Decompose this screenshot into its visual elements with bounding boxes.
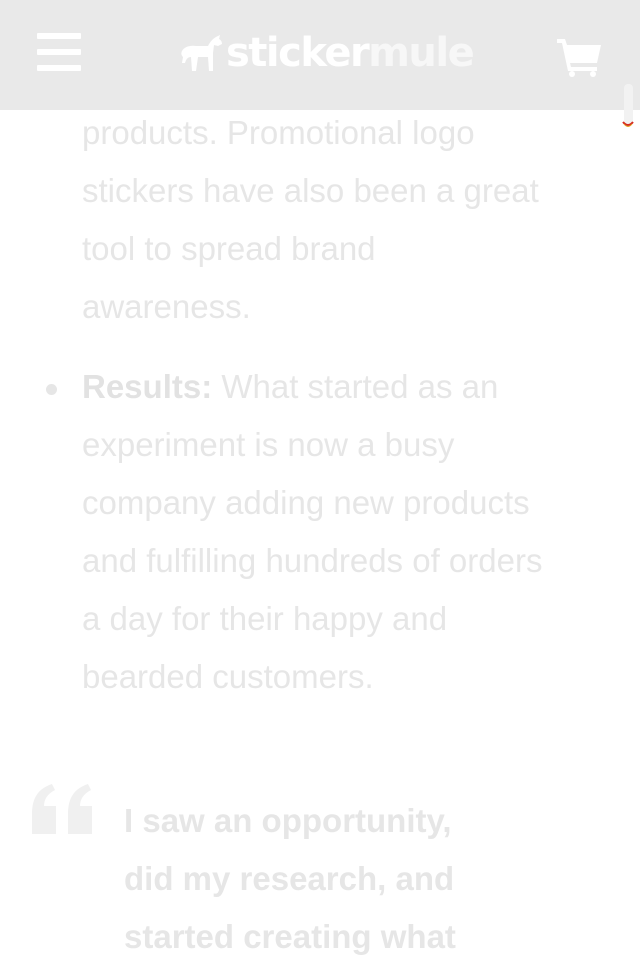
scroll-indicator[interactable]	[621, 84, 635, 130]
page: products. Promotional logo stickers have…	[0, 0, 640, 959]
logo-text-mule: mule	[368, 30, 475, 76]
article-paragraph: products. Promotional logo stickers have…	[82, 104, 612, 336]
paragraph-line: products. Promotional logo	[82, 114, 475, 151]
quote-line: did my research, and	[124, 860, 455, 897]
results-line: a day for their happy and	[82, 600, 448, 637]
results-line: and fulfilling hundreds of orders	[82, 542, 543, 579]
shopping-cart-icon[interactable]	[557, 37, 603, 77]
results-line: bearded customers.	[82, 658, 374, 695]
stickermule-logo[interactable]: stickermule	[180, 30, 475, 76]
list-bullet	[46, 384, 57, 395]
quote-line: started creating what	[124, 918, 456, 955]
results-list-item: Results: What started as an experiment i…	[82, 358, 612, 706]
mule-icon	[181, 35, 222, 71]
menu-bar	[37, 65, 81, 71]
menu-bar	[37, 49, 81, 55]
results-line: company adding new products	[82, 484, 530, 521]
hamburger-menu-icon[interactable]	[37, 33, 81, 73]
results-line: experiment is now a busy	[82, 426, 455, 463]
quote-icon	[32, 784, 92, 834]
menu-bar	[37, 33, 81, 39]
logo-text-sticker: sticker	[226, 30, 370, 76]
paragraph-line: awareness.	[82, 288, 251, 325]
quote-line: I saw an opportunity,	[124, 802, 452, 839]
paragraph-line: tool to spread brand	[82, 230, 376, 267]
paragraph-line: stickers have also been a great	[82, 172, 539, 209]
logo-wordmark: stickermule	[226, 30, 475, 76]
results-text: What started as an	[212, 368, 499, 405]
testimonial-quote: I saw an opportunity, did my research, a…	[124, 792, 544, 959]
site-header: stickermule	[0, 0, 640, 110]
results-label: Results:	[82, 368, 213, 405]
